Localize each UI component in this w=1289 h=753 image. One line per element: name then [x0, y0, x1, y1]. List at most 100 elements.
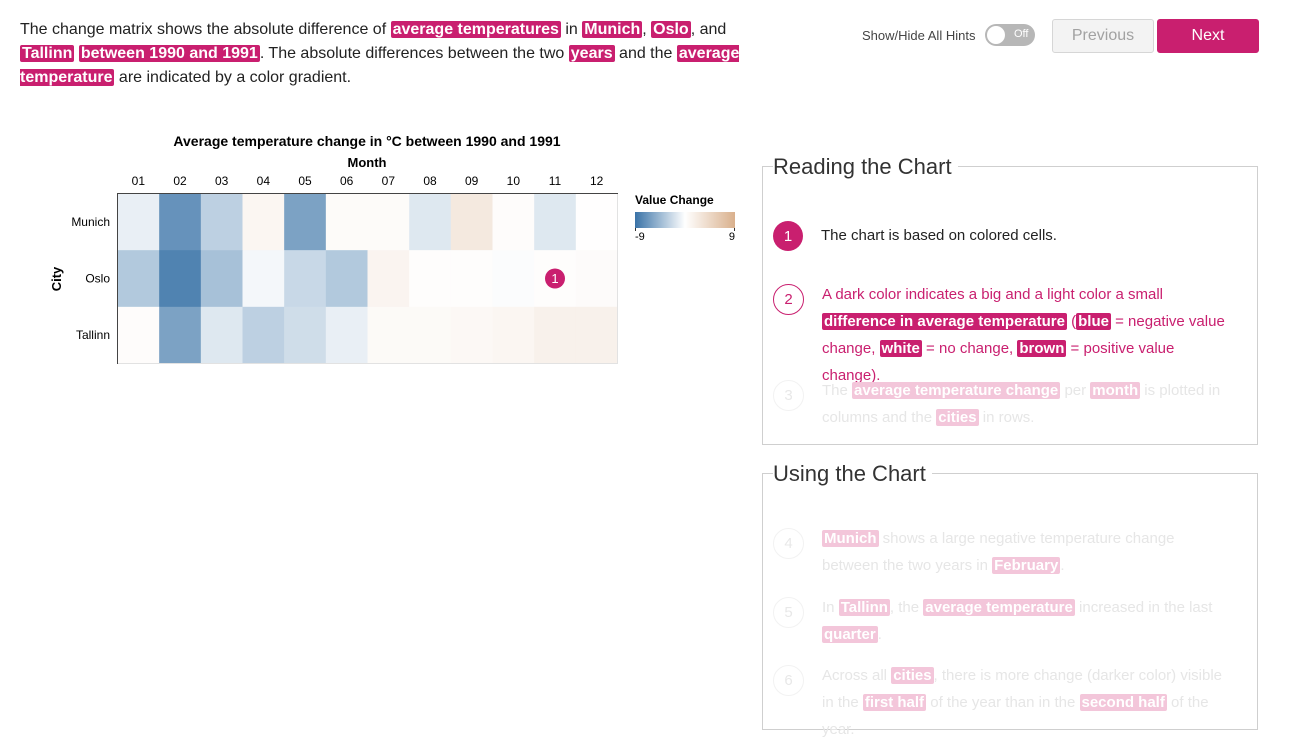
text-part: = no change,	[921, 340, 1018, 357]
step-text: Munich shows a large negative temperatur…	[822, 525, 1232, 579]
heatmap-cell	[159, 250, 202, 308]
step-text: The average temperature change per month…	[822, 377, 1232, 431]
heatmap-cell	[200, 193, 243, 251]
legend-gradient-bar	[635, 212, 735, 228]
legend-max-label: 9	[729, 231, 735, 243]
y-axis-label: City	[49, 266, 64, 291]
heatmap-cell	[325, 306, 368, 364]
text-part: increased in the last	[1074, 599, 1213, 616]
text-part: in rows.	[978, 409, 1035, 426]
heatmap-cell	[284, 306, 327, 364]
step-text: In Tallinn, the average temperature incr…	[822, 594, 1232, 648]
highlight: cities	[936, 409, 979, 426]
heatmap-cell	[159, 306, 202, 364]
highlight: white	[879, 340, 922, 357]
highlight: quarter	[822, 626, 878, 643]
heatmap-cell	[450, 306, 493, 364]
step-marker[interactable]: 1	[545, 268, 565, 289]
x-tick-label: 03	[215, 174, 229, 188]
y-tick-labels: Munich Oslo Tallinn	[71, 215, 110, 342]
text-part: Across all	[822, 667, 892, 684]
highlight: brown	[1017, 340, 1067, 357]
reading-step-3[interactable]: 3 The average temperature change per mon…	[773, 380, 1232, 431]
heatmap-cell	[200, 250, 243, 308]
text-part: .	[1060, 557, 1065, 574]
text-part: per	[1060, 382, 1091, 399]
using-step-6[interactable]: 6 Across all cities, there is more chang…	[773, 665, 1232, 743]
chart-title: Average temperature change in °C between…	[173, 133, 560, 149]
heatmap-cell	[117, 306, 160, 364]
highlight: blue	[1076, 313, 1111, 330]
y-tick-label: Tallinn	[76, 328, 110, 342]
step-text: A dark color indicates a big and a light…	[822, 281, 1232, 389]
reading-step-1[interactable]: 1 The chart is based on colored cells.	[773, 221, 1231, 251]
toggle-state-label: Off	[1013, 28, 1029, 40]
heatmap-cell	[284, 193, 327, 251]
heatmap-cell	[325, 250, 368, 308]
x-tick-label: 06	[340, 174, 354, 188]
hints-toggle[interactable]: Off	[985, 24, 1036, 46]
heatmap-cell	[534, 306, 577, 364]
text-part: In	[822, 599, 839, 616]
highlight: Tallinn	[838, 599, 890, 616]
heatmap-cell	[575, 250, 618, 308]
x-tick-label: 12	[590, 174, 604, 188]
reading-panel-title: Reading the Chart	[773, 154, 958, 180]
hints-toggle-group: Show/Hide All Hints Off	[862, 24, 1036, 46]
heatmap-cell	[242, 306, 285, 364]
y-tick-label: Munich	[71, 215, 110, 229]
heatmap-cell	[325, 193, 368, 251]
highlight: first half	[862, 694, 927, 711]
highlight: Munich	[822, 530, 879, 547]
heatmap-cell	[409, 306, 452, 364]
legend-min-label: -9	[635, 231, 645, 243]
step-text: Across all cities, there is more change …	[822, 662, 1232, 743]
using-panel: Using the Chart 4 Munich shows a large n…	[762, 461, 1258, 738]
next-button[interactable]: Next	[1157, 19, 1259, 53]
step-number: 2	[773, 284, 804, 315]
using-step-5[interactable]: 5 In Tallinn, the average temperature in…	[773, 597, 1232, 648]
heatmap-cell	[492, 193, 535, 251]
x-tick-label: 09	[465, 174, 479, 188]
x-axis-label: Month	[348, 155, 387, 170]
heatmap-cell	[367, 306, 410, 364]
x-tick-labels: 01 02 03 04 05 06 07 08 09 10 11 12	[132, 174, 604, 188]
text-part: The	[822, 382, 853, 399]
using-step-4[interactable]: 4 Munich shows a large negative temperat…	[773, 528, 1232, 579]
step-number: 3	[773, 380, 804, 411]
step-number: 6	[773, 665, 804, 696]
heatmap-cell	[117, 250, 160, 308]
using-panel-title: Using the Chart	[773, 461, 932, 487]
heatmap-cell	[534, 193, 577, 251]
heatmap-cell	[575, 306, 618, 364]
text-part: .	[877, 626, 882, 643]
text-part: , the	[889, 599, 924, 616]
heatmap-cell	[492, 250, 535, 308]
y-tick-label: Oslo	[85, 272, 110, 286]
step-number: 5	[773, 597, 804, 628]
text-part: A dark color indicates a big and a light…	[822, 286, 1164, 303]
x-tick-label: 10	[507, 174, 521, 188]
reading-step-2[interactable]: 2 A dark color indicates a big and a lig…	[773, 284, 1232, 389]
highlight: average temperature change	[852, 382, 1061, 399]
heatmap-chart: Average temperature change in °C between…	[49, 133, 735, 364]
highlight: difference in average temperature	[822, 313, 1067, 330]
heatmap-cell	[450, 250, 493, 308]
highlight: average temperature	[923, 599, 1075, 616]
previous-button[interactable]: Previous	[1052, 19, 1154, 53]
x-tick-label: 07	[382, 174, 396, 188]
text-part: (	[1066, 313, 1077, 330]
heatmap-cell	[492, 306, 535, 364]
heatmap-cell	[242, 193, 285, 251]
step-marker-label: 1	[551, 271, 558, 286]
x-tick-label: 08	[423, 174, 437, 188]
heatmap-cell	[409, 250, 452, 308]
x-tick-label: 02	[173, 174, 187, 188]
heatmap-cell	[284, 250, 327, 308]
heatmap-cell	[367, 250, 410, 308]
heatmap-cell	[367, 193, 410, 251]
heatmap-cell	[117, 193, 160, 251]
highlight: February	[992, 557, 1061, 574]
heatmap-cell	[159, 193, 202, 251]
x-tick-label: 04	[257, 174, 271, 188]
